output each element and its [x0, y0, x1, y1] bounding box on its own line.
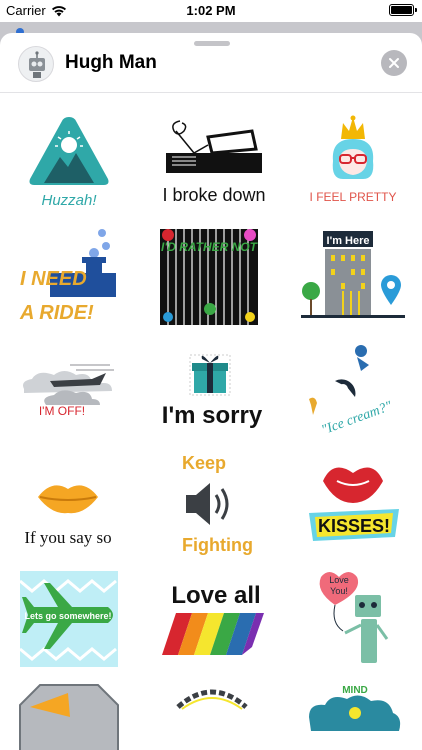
sticker-id-rather-not-text: I'D RATHER NOT — [161, 240, 259, 254]
building-icon: I'm Here — [301, 231, 405, 318]
sticker-fighting-text: Fighting — [182, 535, 253, 555]
sticker-id-rather-not[interactable]: I'D RATHER NOT — [152, 221, 270, 329]
app-icon — [18, 46, 54, 82]
sticker-im-off-text: I'M OFF! — [39, 404, 85, 418]
crown-face-icon: I FEEL PRETTY — [310, 115, 397, 204]
sticker-i-broke-down-text: I broke down — [162, 185, 265, 205]
mind-cloud-icon: MIND — [309, 685, 401, 731]
sticker-i-need-a-ride[interactable]: I NEED A RIDE! — [10, 221, 128, 329]
sticker-if-you-say-so-text: If you say so — [24, 528, 111, 547]
status-time: 1:02 PM — [186, 3, 236, 18]
sticker-ice-cream-text: "Ice cream?" — [320, 399, 395, 438]
train-icon: I NEED A RIDE! — [19, 229, 116, 324]
sticker-mind[interactable]: MIND — [295, 677, 413, 750]
sticker-love-you[interactable]: Love You! — [295, 563, 413, 671]
sticker-kisses-text: KISSES! — [318, 516, 390, 536]
status-right — [389, 4, 417, 16]
status-bar: Carrier 1:02 PM — [0, 0, 422, 22]
sticker-partial-middle[interactable] — [152, 677, 270, 750]
app-title: Hugh Man — [65, 52, 157, 73]
chain-icon — [176, 689, 248, 710]
sticker-mind-text: MIND — [342, 685, 368, 696]
sticker-im-here[interactable]: I'm Here — [295, 221, 413, 329]
sticker-love-all[interactable]: Love all — [152, 563, 270, 671]
sticker-keep-fighting[interactable]: Keep Fighting — [152, 449, 270, 557]
sticker-sheet: Hugh Man Huzzah! I broke down I FEEL PRE… — [0, 33, 422, 750]
battery-icon — [389, 4, 417, 16]
sticker-huzzah[interactable]: Huzzah! — [10, 109, 128, 217]
sticker-i-feel-pretty-text: I FEEL PRETTY — [310, 190, 397, 204]
kiss-lips-icon: KISSES! — [309, 467, 399, 541]
broken-car-icon: I broke down — [162, 120, 266, 205]
sticker-partial-left[interactable] — [10, 677, 128, 750]
sticker-im-sorry-text: I'm sorry — [162, 402, 263, 429]
sheet-header: Hugh Man — [0, 33, 422, 93]
gift-icon: I'm sorry — [162, 354, 263, 429]
sticker-a-ride-text: A RIDE! — [19, 302, 94, 324]
sticker-im-here-text: I'm Here — [327, 235, 370, 247]
airplane-icon: Lets go somewhere! — [19, 571, 118, 667]
octagon-icon — [19, 684, 119, 750]
sticker-love-text: Love — [329, 575, 349, 585]
robot-balloon-icon: Love You! — [319, 572, 389, 663]
ice-cream-icon: "Ice cream?" — [309, 345, 395, 438]
sticker-you-text: You! — [330, 586, 348, 596]
sticker-lets-go-somewhere[interactable]: Lets go somewhere! — [10, 563, 128, 671]
sticker-love-all-text: Love all — [171, 582, 260, 609]
sticker-i-need-text: I NEED — [20, 268, 87, 290]
sticker-keep-text: Keep — [182, 453, 226, 473]
speaker-icon: Keep Fighting — [182, 453, 253, 555]
mountain-icon: Huzzah! — [29, 117, 109, 209]
sticker-kisses[interactable]: KISSES! — [295, 449, 413, 557]
plane-cloud-icon: I'M OFF! — [23, 364, 114, 418]
sticker-im-off[interactable]: I'M OFF! — [10, 335, 128, 443]
close-button[interactable] — [381, 50, 407, 76]
robot-icon — [29, 51, 45, 78]
sticker-lets-go-somewhere-text: Lets go somewhere! — [24, 611, 111, 621]
sticker-if-you-say-so[interactable]: If you say so — [10, 449, 128, 557]
close-icon — [389, 58, 399, 68]
sticker-i-feel-pretty[interactable]: I FEEL PRETTY — [295, 109, 413, 217]
sticker-i-broke-down[interactable]: I broke down — [152, 109, 270, 217]
sticker-ice-cream[interactable]: "Ice cream?" — [295, 335, 413, 443]
lips-icon: If you say so — [24, 485, 112, 547]
bars-icon: I'D RATHER NOT — [160, 229, 259, 325]
sticker-im-sorry[interactable]: I'm sorry — [152, 335, 270, 443]
sticker-huzzah-text: Huzzah! — [41, 192, 97, 209]
rainbow-icon: Love all — [162, 582, 264, 655]
